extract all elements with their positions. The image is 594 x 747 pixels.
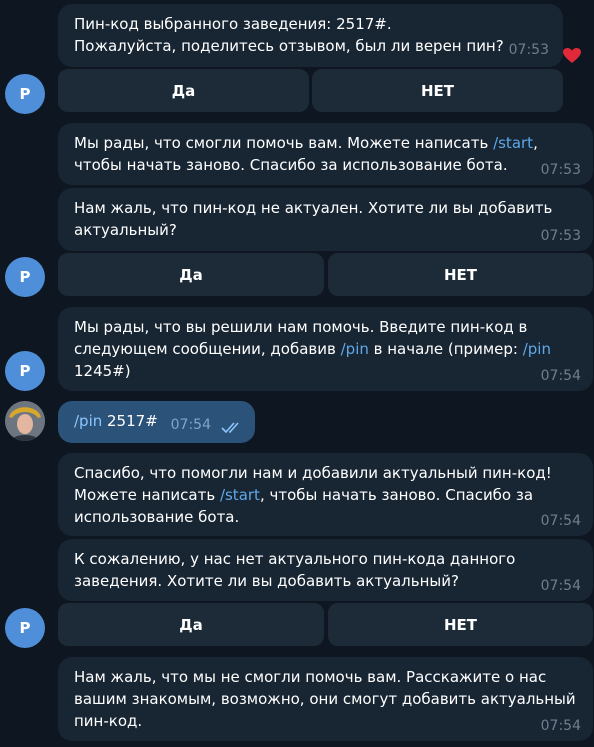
message-time: 07:54 <box>540 718 581 734</box>
message-text: Нам жаль, что пин-код не актуален. Хотит… <box>74 199 553 239</box>
message-time: 07:54 <box>540 578 581 594</box>
user-photo-icon <box>5 401 45 441</box>
heart-icon[interactable] <box>563 48 581 64</box>
button-no[interactable]: НЕТ <box>328 603 593 646</box>
button-yes[interactable]: Да <box>58 603 324 646</box>
message-text: Пин-код выбранного заведения: 2517#. Пож… <box>74 15 504 55</box>
bot-avatar: P <box>5 74 45 114</box>
message-text: Нам жаль, что мы не смогли помочь вам. Р… <box>74 668 576 730</box>
pin-command-link[interactable]: /pin <box>341 340 369 358</box>
message-bubble: Мы рады, что смогли помочь вам. Можете н… <box>58 123 593 185</box>
user-avatar <box>5 401 45 441</box>
message-text: Мы рады, что вы решили нам помочь. Введи… <box>74 318 551 380</box>
message-bubble: Мы рады, что вы решили нам помочь. Введи… <box>58 307 593 391</box>
message-time: 07:53 <box>540 228 581 244</box>
message-text: /pin 2517# <box>74 412 158 430</box>
bot-avatar: P <box>5 608 45 648</box>
pin-command-link[interactable]: /pin <box>523 340 551 358</box>
message-bubble: Спасибо, что помогли нам и добавили акту… <box>58 453 593 536</box>
pin-command-link[interactable]: /pin <box>74 412 102 430</box>
outgoing-message-bubble: /pin 2517# 07:54 <box>58 401 255 443</box>
message-time: 07:53 <box>508 42 549 58</box>
message-bubble: Нам жаль, что мы не смогли помочь вам. Р… <box>58 657 593 741</box>
message-time: 07:54 <box>540 513 581 529</box>
double-check-icon <box>221 422 239 434</box>
button-no[interactable]: НЕТ <box>312 69 563 112</box>
message-text: Мы рады, что смогли помочь вам. Можете н… <box>74 134 538 174</box>
message-text: Спасибо, что помогли нам и добавили акту… <box>74 464 552 526</box>
start-command-link[interactable]: /start <box>493 134 533 152</box>
bot-avatar: P <box>5 257 45 297</box>
start-command-link[interactable]: /start <box>220 486 260 504</box>
message-bubble: Пин-код выбранного заведения: 2517#. Пож… <box>58 4 563 67</box>
button-yes[interactable]: Да <box>58 253 324 296</box>
message-bubble: К сожалению, у нас нет актуального пин-к… <box>58 539 593 601</box>
message-time: 07:54 <box>170 417 211 433</box>
button-no[interactable]: НЕТ <box>328 253 593 296</box>
bot-avatar: P <box>5 351 45 391</box>
message-time: 07:53 <box>540 162 581 178</box>
message-text: К сожалению, у нас нет актуального пин-к… <box>74 550 516 590</box>
button-yes[interactable]: Да <box>58 69 309 112</box>
message-bubble: Нам жаль, что пин-код не актуален. Хотит… <box>58 188 593 251</box>
message-time: 07:54 <box>540 368 581 384</box>
